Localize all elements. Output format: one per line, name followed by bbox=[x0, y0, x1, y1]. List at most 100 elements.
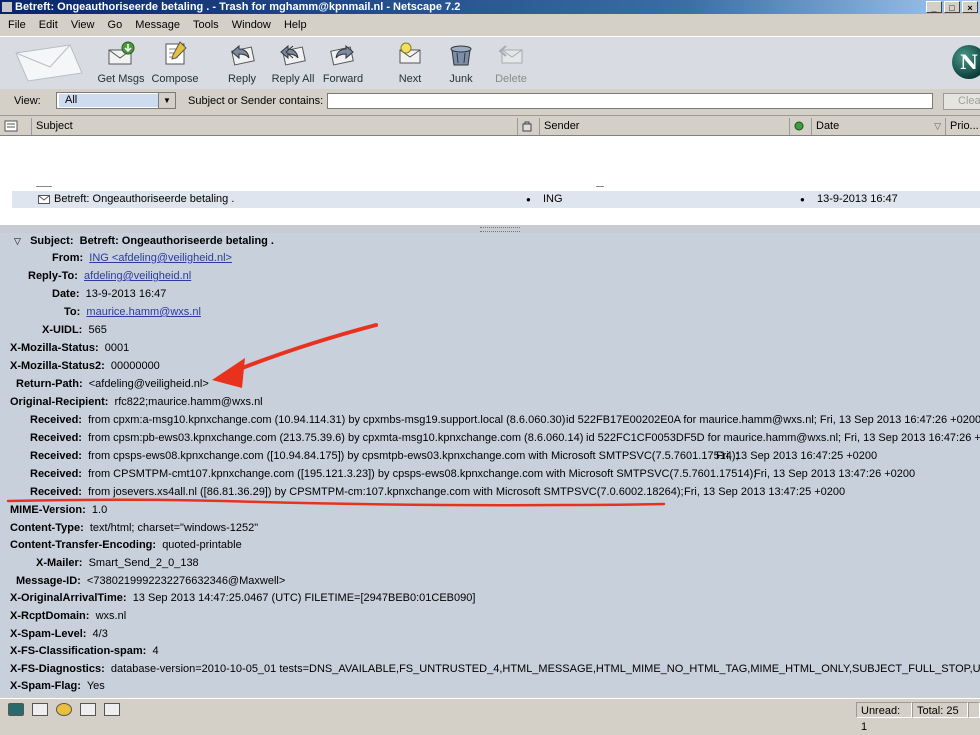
composer-icon[interactable] bbox=[80, 703, 96, 716]
component-bar bbox=[8, 703, 120, 716]
splitter-grip-icon[interactable] bbox=[480, 227, 520, 232]
received-label: Received: bbox=[30, 432, 82, 444]
header-subject-value: Betreft: Ongeauthoriseerde betaling . bbox=[79, 235, 274, 247]
menu-help[interactable]: Help bbox=[284, 19, 307, 31]
window-title: Betreft: Ongeauthoriseerde betaling . - … bbox=[15, 1, 461, 13]
header-received: Received: from josevers.xs4all.nl ([86.8… bbox=[30, 484, 845, 501]
compose-button[interactable]: Compose bbox=[146, 40, 204, 85]
header-x-mozilla-status: X-Mozilla-Status: 0001 bbox=[10, 340, 129, 357]
message-sender: ING bbox=[543, 193, 563, 205]
row-fragment bbox=[36, 186, 52, 187]
header-uidl-label: X-UIDL: bbox=[42, 324, 83, 336]
header-from-label: From: bbox=[52, 252, 84, 264]
received-id: Fri, 13 Sep 2013 13:47:25 +0200 bbox=[684, 486, 846, 498]
reply-to-link[interactable]: afdeling@veiligheid.nl bbox=[84, 270, 191, 282]
forward-button[interactable]: Forward bbox=[314, 40, 372, 85]
reply-button[interactable]: Reply bbox=[213, 40, 271, 85]
get-msgs-button[interactable]: Get Msgs bbox=[92, 40, 150, 85]
header-oat-value: 13 Sep 2013 14:47:25.0467 (UTC) FILETIME… bbox=[132, 592, 476, 604]
compose-icon bbox=[165, 41, 187, 65]
menu-tools[interactable]: Tools bbox=[193, 19, 219, 31]
column-sender[interactable]: Sender bbox=[540, 118, 790, 135]
security-lock-icon[interactable] bbox=[968, 702, 980, 718]
menu-file[interactable]: File bbox=[8, 19, 26, 31]
menu-go[interactable]: Go bbox=[108, 19, 123, 31]
header-mailer-label: X-Mailer: bbox=[36, 557, 83, 569]
clear-button[interactable]: Clear bbox=[943, 93, 980, 110]
delete-button[interactable]: Delete bbox=[482, 40, 540, 85]
header-mozstatus2-label: X-Mozilla-Status2: bbox=[10, 360, 105, 372]
header-date: Date: 13-9-2013 16:47 bbox=[52, 286, 166, 303]
header-received: Received: from cpsps-ews08.kpnxchange.co… bbox=[30, 448, 877, 465]
navigator-icon[interactable] bbox=[8, 703, 24, 716]
view-select-value: All bbox=[59, 94, 161, 107]
received-label: Received: bbox=[30, 486, 82, 498]
twisty-icon[interactable]: ▽ bbox=[14, 236, 21, 246]
read-dot-icon: ● bbox=[800, 195, 805, 204]
dropdown-arrow-icon[interactable]: ▼ bbox=[158, 93, 175, 108]
menu-edit[interactable]: Edit bbox=[39, 19, 58, 31]
message-subject: Betreft: Ongeauthoriseerde betaling . bbox=[54, 193, 235, 205]
received-label: Received: bbox=[30, 450, 82, 462]
message-row[interactable]: Betreft: Ongeauthoriseerde betaling . ● … bbox=[12, 191, 980, 208]
thread-column-picker[interactable] bbox=[0, 118, 32, 135]
view-select[interactable]: All ▼ bbox=[56, 92, 176, 109]
header-content-transfer-encoding: Content-Transfer-Encoding: quoted-printa… bbox=[10, 537, 242, 554]
header-spamlevel-label: X-Spam-Level: bbox=[10, 628, 87, 640]
delete-icon bbox=[498, 45, 523, 64]
column-attachment[interactable] bbox=[518, 118, 540, 135]
received-value: from cpxm:a-msg10.kpnxchange.com (10.94.… bbox=[88, 414, 566, 426]
instant-messenger-icon[interactable] bbox=[56, 703, 72, 716]
get-msgs-icon bbox=[108, 41, 135, 65]
row-fragment bbox=[596, 186, 604, 187]
app-icon bbox=[2, 2, 12, 12]
header-received: Received: from cpsm:pb-ews03.kpnxchange.… bbox=[30, 430, 980, 447]
column-read-status[interactable] bbox=[790, 118, 812, 135]
column-date[interactable]: Date ▽ bbox=[812, 118, 946, 135]
junk-icon bbox=[450, 45, 472, 66]
header-date-label: Date: bbox=[52, 288, 80, 300]
menu-window[interactable]: Window bbox=[232, 19, 271, 31]
header-original-recipient: Original-Recipient: rfc822;maurice.hamm@… bbox=[10, 394, 263, 411]
header-x-spam-level: X-Spam-Level: 4/3 bbox=[10, 626, 108, 643]
menu-message[interactable]: Message bbox=[135, 19, 180, 31]
header-mozstatus-value: 0001 bbox=[104, 342, 130, 354]
menu-bar: File Edit View Go Message Tools Window H… bbox=[0, 14, 980, 36]
header-cte-value: quoted-printable bbox=[162, 539, 242, 551]
forward-icon bbox=[330, 44, 354, 66]
column-priority[interactable]: Prio... bbox=[946, 118, 980, 135]
header-x-uidl: X-UIDL: 565 bbox=[42, 322, 107, 339]
message-date: 13-9-2013 16:47 bbox=[817, 193, 898, 205]
search-input[interactable] bbox=[327, 93, 933, 109]
header-returnpath-label: Return-Path: bbox=[16, 378, 83, 390]
header-x-mailer: X-Mailer: Smart_Send_2_0_138 bbox=[36, 555, 199, 572]
title-bar: Betreft: Ongeauthoriseerde betaling . - … bbox=[0, 0, 980, 14]
reply-all-icon bbox=[280, 44, 306, 66]
header-x-rcpt-domain: X-RcptDomain: wxs.nl bbox=[10, 608, 126, 625]
menu-view[interactable]: View bbox=[71, 19, 95, 31]
minimize-button[interactable]: _ bbox=[926, 1, 942, 13]
maximize-button[interactable]: □ bbox=[944, 1, 960, 13]
reply-label: Reply bbox=[227, 73, 257, 85]
netscape-logo[interactable]: N bbox=[952, 45, 980, 79]
close-button[interactable]: × bbox=[962, 1, 978, 13]
header-origrecip-value: rfc822;maurice.hamm@wxs.nl bbox=[114, 396, 263, 408]
read-status-icon bbox=[794, 121, 804, 131]
mail-icon[interactable] bbox=[32, 703, 48, 716]
mail-toolbar: Get Msgs Compose Reply Reply All Forward bbox=[0, 36, 980, 90]
to-link[interactable]: maurice.hamm@wxs.nl bbox=[86, 306, 200, 318]
header-msgid-value: <7380219992232276632346@Maxwell> bbox=[86, 575, 286, 587]
header-mime-value: 1.0 bbox=[91, 504, 108, 516]
search-bar: View: All ▼ Subject or Sender contains: … bbox=[0, 89, 980, 116]
address-book-icon[interactable] bbox=[104, 703, 120, 716]
header-mime-version: MIME-Version: 1.0 bbox=[10, 502, 107, 519]
from-link[interactable]: ING <afdeling@veiligheid.nl> bbox=[89, 252, 232, 264]
forward-label: Forward bbox=[322, 73, 364, 85]
column-subject[interactable]: Subject bbox=[32, 118, 518, 135]
next-button[interactable]: Next bbox=[381, 40, 439, 85]
header-x-fs-classification-spam: X-FS-Classification-spam: 4 bbox=[10, 643, 159, 660]
header-spamlevel-value: 4/3 bbox=[92, 628, 108, 640]
header-to: To: maurice.hamm@wxs.nl bbox=[64, 304, 201, 321]
received-id: id 522FB17E00202E0A for maurice.hamm@wxs… bbox=[566, 414, 980, 426]
unread-dot-icon: ● bbox=[526, 195, 531, 204]
